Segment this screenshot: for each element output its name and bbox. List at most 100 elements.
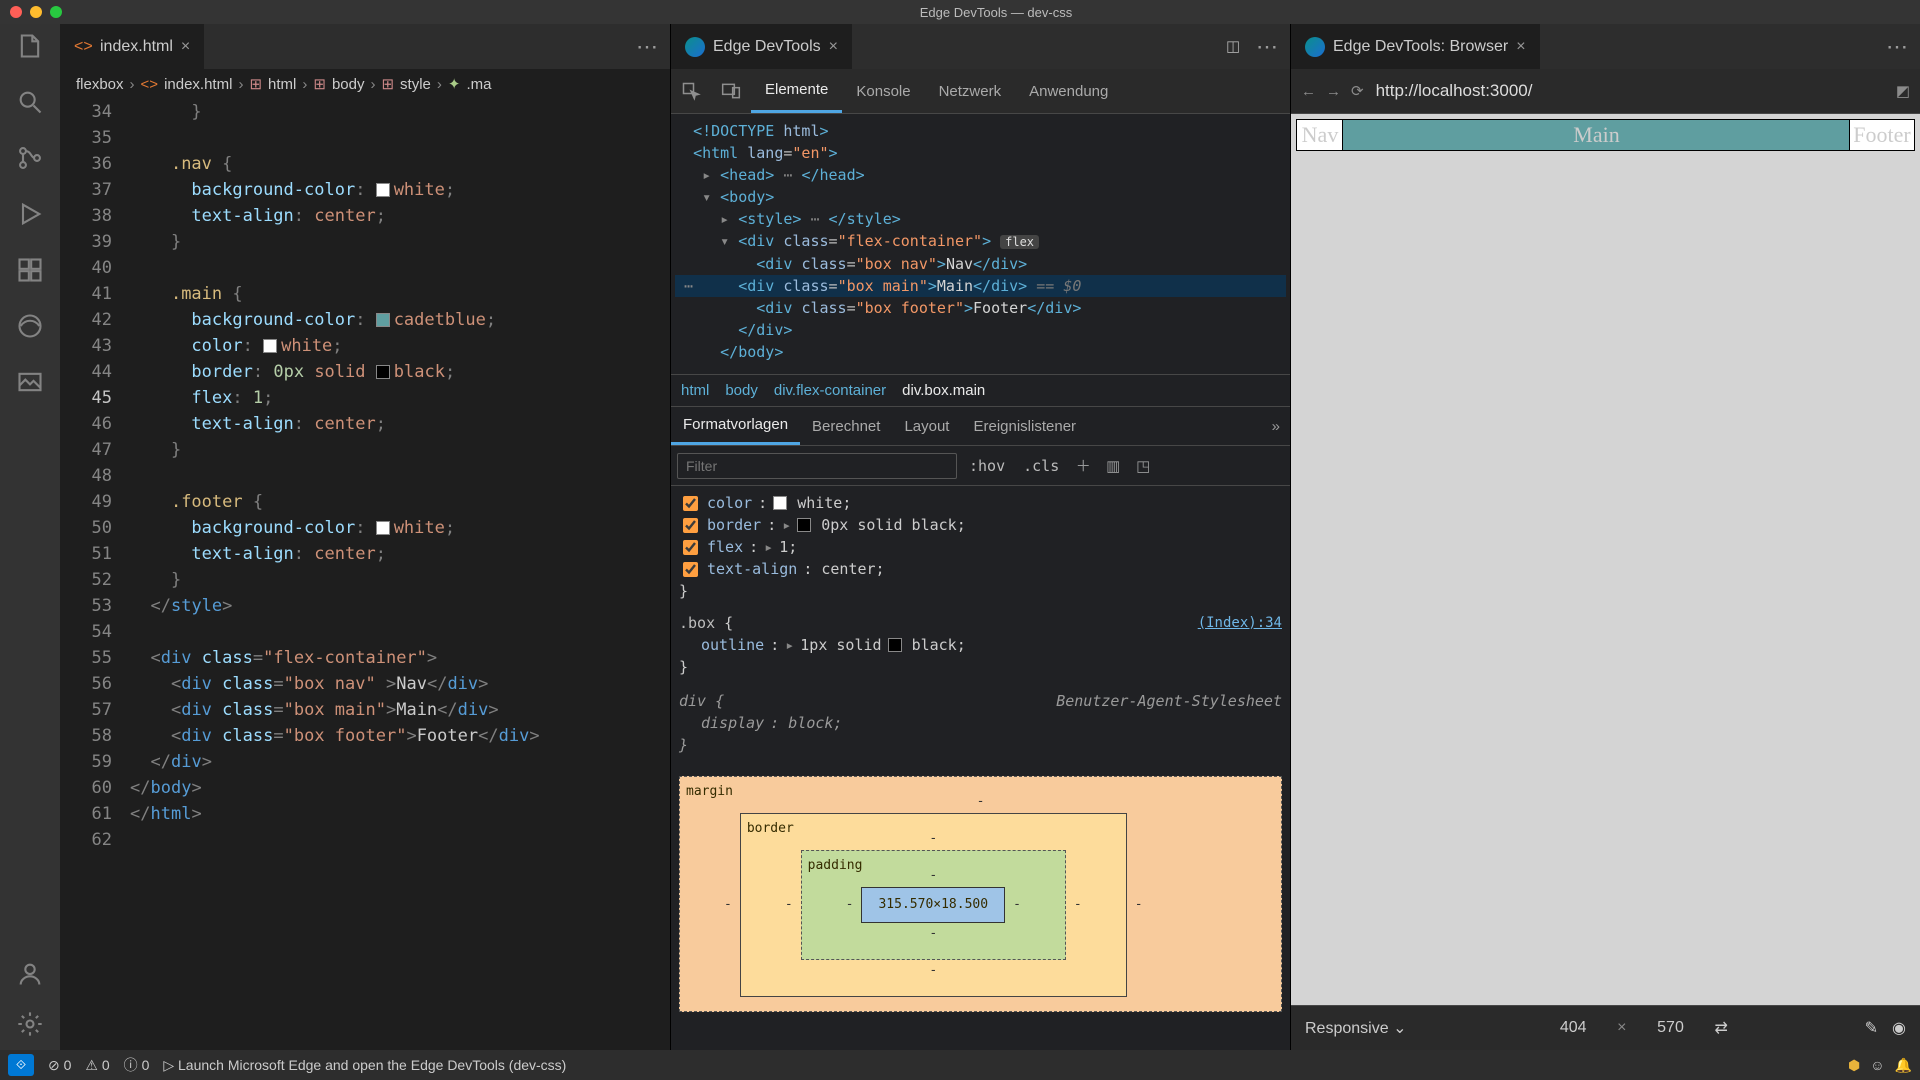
editor-more-icon[interactable]: ⋯ bbox=[636, 34, 670, 60]
editor-line[interactable]: 41 .main { bbox=[60, 281, 670, 307]
inspect-icon[interactable]: ◩ bbox=[1896, 82, 1910, 100]
css-declaration[interactable]: flex: ▸ 1; bbox=[679, 536, 1282, 558]
computed-panel-icon[interactable]: ◳ bbox=[1131, 454, 1155, 478]
dom-breadcrumb[interactable]: html body div.flex-container div.box.mai… bbox=[671, 374, 1290, 406]
css-declaration[interactable]: border: ▸ 0px solid black; bbox=[679, 514, 1282, 536]
account-icon[interactable] bbox=[16, 960, 44, 988]
hov-toggle[interactable]: :hov bbox=[963, 457, 1011, 475]
editor-line[interactable]: 45 flex: 1; bbox=[60, 385, 670, 411]
styles-subtab[interactable]: Layout bbox=[892, 407, 961, 445]
editor-line[interactable]: 39 } bbox=[60, 229, 670, 255]
feedback-icon[interactable]: ☺ bbox=[1870, 1057, 1884, 1074]
gallery-icon[interactable] bbox=[16, 368, 44, 396]
editor-line[interactable]: 50 background-color: white; bbox=[60, 515, 670, 541]
editor-line[interactable]: 46 text-align: center; bbox=[60, 411, 670, 437]
screencast-icon[interactable]: ✎ bbox=[1865, 1018, 1878, 1038]
editor-line[interactable]: 38 text-align: center; bbox=[60, 203, 670, 229]
cls-toggle[interactable]: .cls bbox=[1017, 457, 1065, 475]
device-select[interactable]: Responsive ⌄ bbox=[1305, 1018, 1406, 1038]
extensions-icon[interactable] bbox=[16, 256, 44, 284]
editor-line[interactable]: 35 bbox=[60, 125, 670, 151]
traffic-light-zoom-icon[interactable] bbox=[50, 6, 62, 18]
breadcrumb-item[interactable]: html bbox=[268, 76, 296, 93]
devtools-panel-tab[interactable]: Netzwerk bbox=[925, 69, 1016, 113]
reload-icon[interactable]: ⟳ bbox=[1351, 82, 1364, 100]
rule-source-link[interactable]: (Index):34 bbox=[1198, 612, 1282, 634]
styles-filter-input[interactable] bbox=[677, 453, 957, 479]
decl-toggle[interactable] bbox=[683, 540, 698, 555]
editor-line[interactable]: 52 } bbox=[60, 567, 670, 593]
close-tab-icon[interactable]: × bbox=[829, 38, 838, 56]
dom-crumb-item[interactable]: div.flex-container bbox=[774, 382, 886, 399]
notifications-icon[interactable]: 🔔 bbox=[1895, 1057, 1912, 1074]
css-declaration[interactable]: text-align: center; bbox=[679, 558, 1282, 580]
inspect-element-icon[interactable] bbox=[671, 81, 711, 101]
editor-line[interactable]: 62 bbox=[60, 827, 670, 853]
devtools-more-icon[interactable]: ⋯ bbox=[1256, 34, 1290, 60]
editor-line[interactable]: 40 bbox=[60, 255, 670, 281]
breadcrumb[interactable]: flexbox› <>index.html› ⊞html› ⊞body› ⊞st… bbox=[60, 69, 670, 99]
nav-back-icon[interactable]: ← bbox=[1301, 83, 1316, 100]
dom-crumb-item[interactable]: body bbox=[725, 382, 758, 399]
nav-forward-icon[interactable]: → bbox=[1326, 83, 1341, 100]
devtools-tab[interactable]: Edge DevTools × bbox=[671, 24, 852, 69]
device-frames-icon[interactable]: ▥ bbox=[1101, 454, 1125, 478]
editor-line[interactable]: 42 background-color: cadetblue; bbox=[60, 307, 670, 333]
editor-line[interactable]: 53 </style> bbox=[60, 593, 670, 619]
device-height-input[interactable] bbox=[1641, 1018, 1701, 1038]
launch-hint[interactable]: ▷ Launch Microsoft Edge and open the Edg… bbox=[163, 1057, 566, 1074]
editor-line[interactable]: 54 bbox=[60, 619, 670, 645]
source-control-icon[interactable] bbox=[16, 144, 44, 172]
breadcrumb-item[interactable]: flexbox bbox=[76, 76, 124, 93]
styles-pane[interactable]: color: white;border: ▸ 0px solid black;f… bbox=[671, 486, 1290, 1050]
browser-more-icon[interactable]: ⋯ bbox=[1886, 34, 1920, 60]
split-editor-icon[interactable]: ◫ bbox=[1226, 37, 1246, 57]
editor-line[interactable]: 34 } bbox=[60, 99, 670, 125]
editor-line[interactable]: 48 bbox=[60, 463, 670, 489]
flex-badge[interactable]: flex bbox=[1000, 235, 1039, 249]
devtools-panel-tab[interactable]: Anwendung bbox=[1015, 69, 1122, 113]
decl-toggle[interactable] bbox=[683, 496, 698, 511]
devtools-panel-tab[interactable]: Elemente bbox=[751, 69, 842, 113]
editor-line[interactable]: 51 text-align: center; bbox=[60, 541, 670, 567]
dom-crumb-item[interactable]: div.box.main bbox=[902, 382, 985, 399]
breadcrumb-item[interactable]: .ma bbox=[466, 76, 491, 93]
editor-line[interactable]: 61</html> bbox=[60, 801, 670, 827]
editor-line[interactable]: 49 .footer { bbox=[60, 489, 670, 515]
run-debug-icon[interactable] bbox=[16, 200, 44, 228]
breadcrumb-item[interactable]: index.html bbox=[164, 76, 232, 93]
editor-line[interactable]: 56 <div class="box nav" >Nav</div> bbox=[60, 671, 670, 697]
eye-icon[interactable]: ◉ bbox=[1892, 1018, 1906, 1038]
editor-tab-index-html[interactable]: <> index.html × bbox=[60, 24, 204, 69]
editor-line[interactable]: 57 <div class="box main">Main</div> bbox=[60, 697, 670, 723]
editor-line[interactable]: 44 border: 0px solid black; bbox=[60, 359, 670, 385]
editor-line[interactable]: 43 color: white; bbox=[60, 333, 670, 359]
device-width-input[interactable] bbox=[1543, 1018, 1603, 1038]
status-warnings[interactable]: ⚠ 0 bbox=[85, 1057, 109, 1074]
styles-subtab[interactable]: Formatvorlagen bbox=[671, 407, 800, 445]
search-icon[interactable] bbox=[16, 88, 44, 116]
devtools-panel-tab[interactable]: Konsole bbox=[842, 69, 924, 113]
status-info[interactable]: ⓘ 0 bbox=[124, 1055, 150, 1075]
close-tab-icon[interactable]: × bbox=[1516, 38, 1525, 56]
browser-tab[interactable]: Edge DevTools: Browser × bbox=[1291, 24, 1540, 69]
decl-toggle[interactable] bbox=[683, 518, 698, 533]
styles-more-icon[interactable]: » bbox=[1272, 418, 1290, 435]
styles-subtab[interactable]: Berechnet bbox=[800, 407, 892, 445]
editor-line[interactable]: 60</body> bbox=[60, 775, 670, 801]
code-editor[interactable]: 34 }3536 .nav {37 background-color: whit… bbox=[60, 99, 670, 1050]
css-declaration[interactable]: color: white; bbox=[679, 492, 1282, 514]
editor-line[interactable]: 55 <div class="flex-container"> bbox=[60, 645, 670, 671]
gear-icon[interactable] bbox=[16, 1010, 44, 1038]
status-cell-icon[interactable]: ⬢ bbox=[1848, 1057, 1860, 1074]
styles-subtab[interactable]: Ereignislistener bbox=[961, 407, 1088, 445]
explorer-icon[interactable] bbox=[16, 32, 44, 60]
browser-viewport[interactable]: Nav Main Footer bbox=[1291, 114, 1920, 1005]
device-emulation-icon[interactable] bbox=[711, 81, 751, 101]
dom-tree[interactable]: <!DOCTYPE html> <html lang="en"> ▸ <head… bbox=[671, 114, 1290, 374]
dom-crumb-item[interactable]: html bbox=[681, 382, 709, 399]
editor-line[interactable]: 37 background-color: white; bbox=[60, 177, 670, 203]
status-errors[interactable]: ⊘ 0 bbox=[48, 1057, 71, 1074]
rotate-icon[interactable]: ⇄ bbox=[1715, 1018, 1728, 1038]
traffic-light-minimize-icon[interactable] bbox=[30, 6, 42, 18]
